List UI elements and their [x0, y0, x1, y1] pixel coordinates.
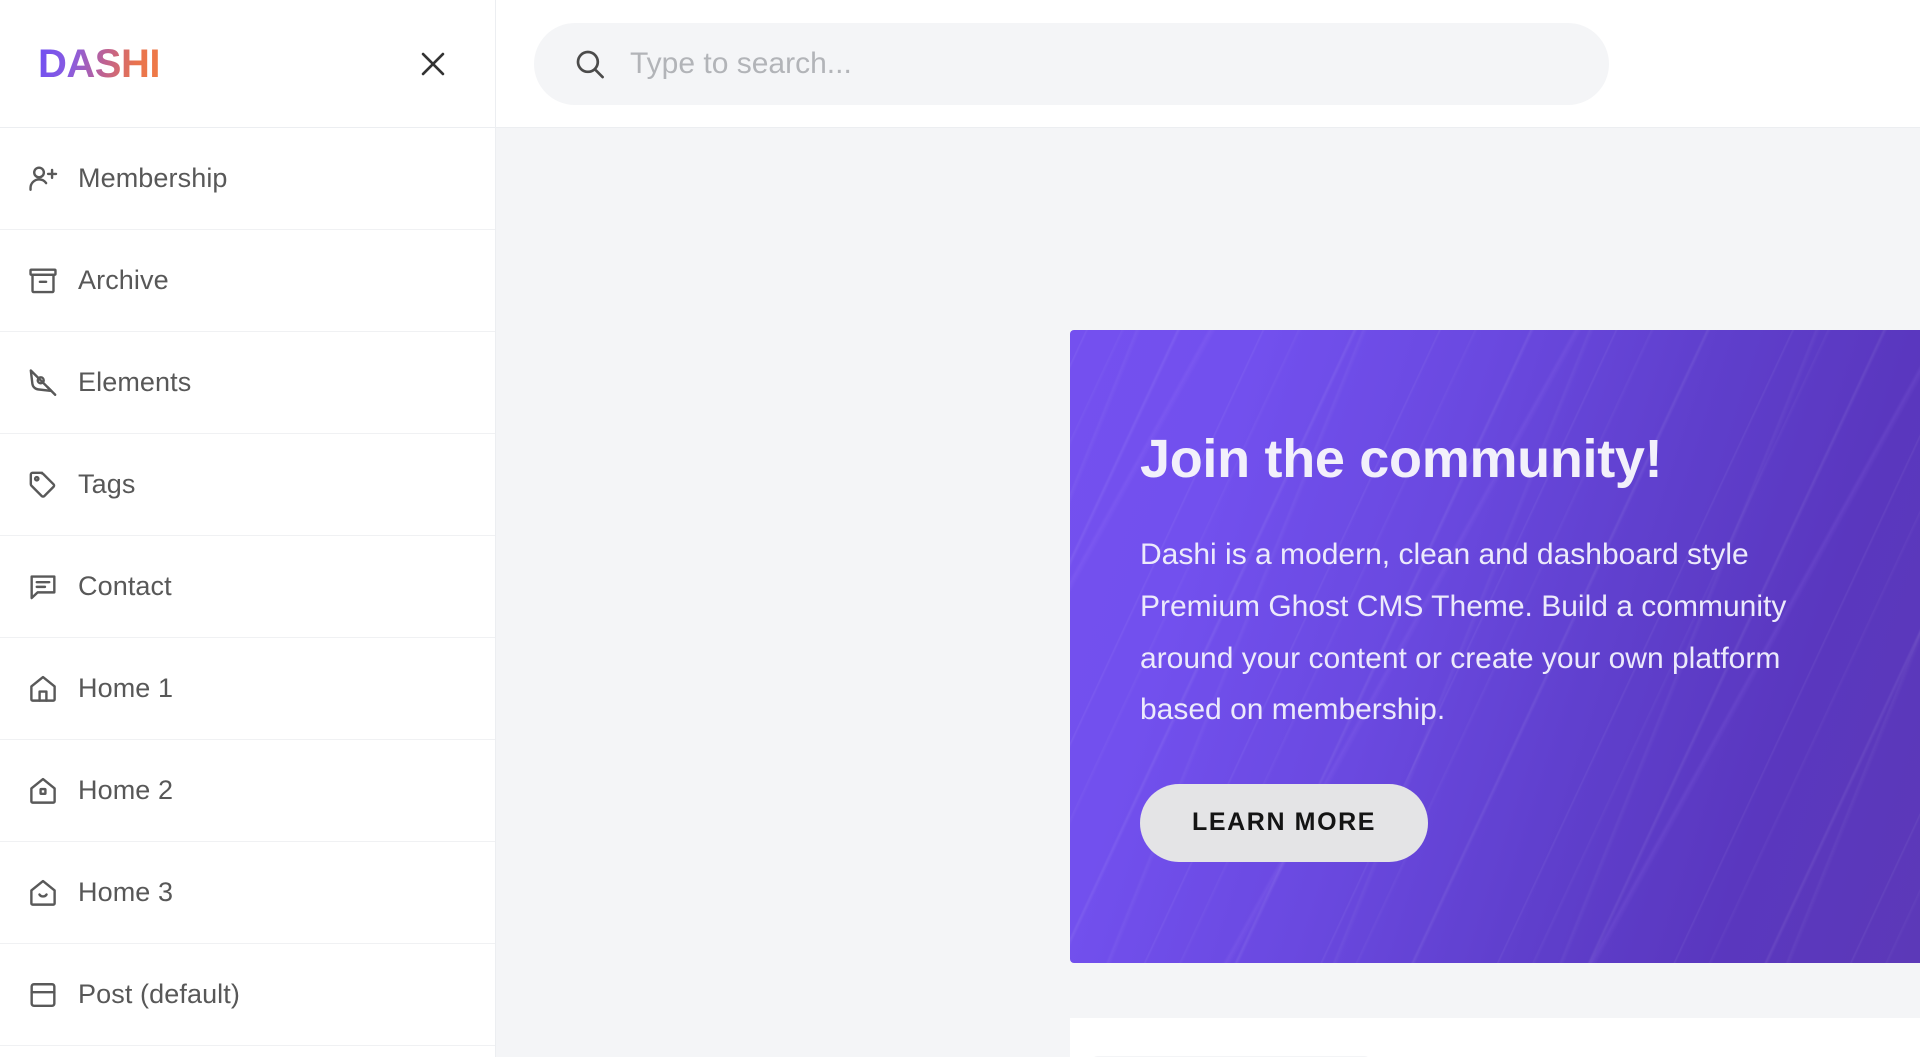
- tag-icon: [26, 468, 78, 502]
- sidebar-nav: Membership Archive Elements Tags Contact…: [0, 128, 495, 1057]
- sidebar-item-label: Tags: [78, 469, 136, 499]
- sidebar: DASHI Membership Archive Elements Tags C…: [0, 0, 496, 1057]
- search-input[interactable]: [630, 46, 1571, 81]
- app-root: DASHI Membership Archive Elements Tags C…: [0, 0, 1920, 1057]
- house-door-icon: [26, 672, 78, 706]
- sidebar-item-home-3[interactable]: Home 3: [0, 842, 495, 944]
- main-area: Join the community! Dashi is a modern, c…: [496, 0, 1920, 1057]
- house-smile-icon: [26, 876, 78, 910]
- sidebar-header: DASHI: [0, 0, 495, 128]
- top-bar: [496, 0, 1920, 128]
- close-sidebar-button[interactable]: [411, 42, 455, 86]
- sidebar-item-archive[interactable]: Archive: [0, 230, 495, 332]
- sidebar-item-label: Post (default): [78, 979, 240, 1009]
- content-area: Join the community! Dashi is a modern, c…: [496, 128, 1920, 1057]
- search-icon: [572, 46, 608, 82]
- sidebar-item-home-1[interactable]: Home 1: [0, 638, 495, 740]
- pen-nib-icon: [26, 366, 78, 400]
- search-bar[interactable]: [534, 22, 1609, 105]
- sidebar-item-label: Elements: [78, 367, 192, 397]
- house-window-icon: [26, 774, 78, 808]
- sidebar-item-contact[interactable]: Contact: [0, 536, 495, 638]
- sidebar-item-label: Home 3: [78, 877, 174, 907]
- sidebar-item-elements[interactable]: Elements: [0, 332, 495, 434]
- sidebar-item-tags[interactable]: Tags: [0, 434, 495, 536]
- sidebar-item-home-2[interactable]: Home 2: [0, 740, 495, 842]
- close-icon: [416, 47, 450, 81]
- sidebar-item-membership[interactable]: Membership: [0, 128, 495, 230]
- hero-content: Join the community! Dashi is a modern, c…: [1070, 330, 1920, 862]
- sidebar-item-label: Archive: [78, 265, 169, 295]
- sidebar-item-label: Home 1: [78, 673, 174, 703]
- filter-toolbar: Show all: [1070, 1018, 1920, 1057]
- archive-box-icon: [26, 264, 78, 298]
- sidebar-item-label: Home 2: [78, 775, 174, 805]
- user-add-icon: [26, 162, 78, 196]
- brand-logo[interactable]: DASHI: [38, 44, 160, 84]
- hero-title: Join the community!: [1140, 429, 1663, 489]
- hero-description: Dashi is a modern, clean and dashboard s…: [1140, 538, 1787, 727]
- learn-more-button[interactable]: LEARN MORE: [1140, 783, 1429, 862]
- card-icon: [26, 978, 78, 1012]
- sidebar-item-label: Contact: [78, 571, 172, 601]
- sidebar-item-label: Membership: [78, 163, 228, 193]
- sidebar-item-post-default[interactable]: Post (default): [0, 944, 495, 1046]
- community-hero-banner: Join the community! Dashi is a modern, c…: [1070, 330, 1920, 963]
- chat-bubble-icon: [26, 570, 78, 604]
